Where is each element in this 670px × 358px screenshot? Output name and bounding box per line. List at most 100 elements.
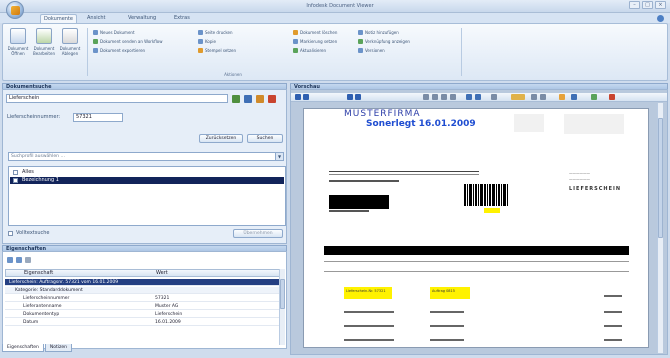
- table-row[interactable]: Lieferschein: Auftragsnr. 57321 vom 16.0…: [5, 279, 284, 286]
- result-list: Alles Bezeichnung 1: [8, 166, 286, 226]
- scrollbar-thumb[interactable]: [658, 118, 663, 238]
- save-search-icon[interactable]: [244, 95, 252, 103]
- search-input[interactable]: Lieferschein: [6, 94, 228, 103]
- select-icon[interactable]: [491, 94, 497, 100]
- expand-icon[interactable]: [7, 257, 13, 263]
- edit-document-button[interactable]: Dokument Bearbeiten: [33, 28, 55, 66]
- versions-item[interactable]: Versionen: [358, 47, 385, 54]
- table-row[interactable]: Datum 16.01.2009: [5, 319, 284, 326]
- zoom-in-icon[interactable]: [423, 94, 429, 100]
- qty-line: [604, 295, 622, 297]
- table-row[interactable]: Lieferscheinnummer 57321: [5, 295, 284, 302]
- field-input[interactable]: 57321: [73, 113, 123, 122]
- qty-line: [604, 325, 622, 327]
- print-page-item[interactable]: Seite drucken: [198, 29, 233, 36]
- print-tool-icon[interactable]: [571, 94, 577, 100]
- table-row[interactable]: Kategorie: Standarddokument: [5, 287, 284, 294]
- table-row[interactable]: Dokumententyp Lieferschein: [5, 311, 284, 318]
- copy-item[interactable]: Kopie: [198, 38, 216, 45]
- help-icon[interactable]: [657, 15, 664, 22]
- maximize-button[interactable]: □: [642, 1, 653, 9]
- property-name: Kategorie: Standarddokument: [15, 288, 83, 293]
- header-details: [564, 114, 624, 134]
- delete-annotation-icon[interactable]: [609, 94, 615, 100]
- ribbon-separator: [87, 28, 88, 76]
- item-line: [430, 311, 464, 313]
- first-page-icon[interactable]: [295, 94, 301, 100]
- search-profile-combo[interactable]: Suchprofil auswählen … ▼: [8, 152, 284, 161]
- fit-page-icon[interactable]: [450, 94, 456, 100]
- versions-label: Versionen: [365, 48, 385, 53]
- save-tool-icon[interactable]: [591, 94, 597, 100]
- document-title: Sonerlegt 16.01.2009: [366, 119, 476, 129]
- copy-icon: [198, 39, 203, 44]
- fit-width-icon[interactable]: [441, 94, 447, 100]
- annotate-icon[interactable]: [531, 94, 537, 100]
- address-rule: [329, 171, 479, 172]
- table-row[interactable]: Lieferantenname Muster AG: [5, 303, 284, 310]
- column-header-value[interactable]: Wert: [156, 270, 168, 276]
- highlight-1-text: Lieferschein-Nr. 57321: [346, 289, 386, 293]
- new-document-icon: [93, 30, 98, 35]
- tab-extras[interactable]: Extras: [171, 14, 193, 23]
- window-title: Infodesk Document Viewer: [306, 3, 374, 9]
- stamp-item[interactable]: Stempel setzen: [198, 47, 236, 54]
- rotate-icon[interactable]: [466, 94, 472, 100]
- favorite-icon[interactable]: [256, 95, 264, 103]
- file-document-button[interactable]: Dokument Ablegen: [59, 28, 81, 66]
- tab-verwaltung[interactable]: Verwaltung: [125, 14, 159, 23]
- document-edit-icon: [36, 28, 52, 44]
- tab-properties[interactable]: Eigenschaften: [2, 344, 44, 352]
- open-document-button[interactable]: Dokument Öffnen: [7, 28, 29, 66]
- apply-button[interactable]: Übernehmen: [233, 229, 283, 238]
- search-go-icon[interactable]: [232, 95, 240, 103]
- scrollbar-thumb[interactable]: [280, 279, 285, 309]
- chevron-down-icon[interactable]: ▼: [275, 153, 283, 160]
- add-note-item[interactable]: Notiz hinzufügen: [358, 29, 399, 36]
- clear-search-icon[interactable]: [268, 95, 276, 103]
- item-line: [430, 325, 464, 327]
- text-tool-icon[interactable]: [540, 94, 546, 100]
- delete-document-label: Dokument löschen: [300, 30, 338, 35]
- list-item-selected[interactable]: Bezeichnung 1: [10, 177, 284, 184]
- next-page-icon[interactable]: [347, 94, 353, 100]
- search-button[interactable]: Suchen: [247, 134, 283, 143]
- send-workflow-item[interactable]: Dokument senden an Workflow: [93, 38, 163, 45]
- fulltext-label: Volltextsuche: [16, 230, 50, 236]
- tab-dokumente[interactable]: Dokumente: [40, 14, 77, 23]
- list-checkbox[interactable]: [13, 170, 18, 175]
- last-page-icon[interactable]: [355, 94, 361, 100]
- list-checkbox[interactable]: [13, 178, 18, 183]
- collapse-icon[interactable]: [16, 257, 22, 263]
- list-item[interactable]: Alles: [10, 169, 284, 176]
- close-button[interactable]: ×: [655, 1, 666, 9]
- viewer-scrollbar[interactable]: [657, 103, 663, 353]
- minimize-button[interactable]: –: [629, 1, 640, 9]
- export-document-item[interactable]: Dokument exportieren: [93, 47, 145, 54]
- show-link-item[interactable]: Verknüpfung anzeigen: [358, 38, 410, 45]
- properties-table-header: Eigenschaft Wert: [5, 269, 284, 277]
- reset-button[interactable]: Zurücksetzen: [199, 134, 243, 143]
- fulltext-checkbox[interactable]: [8, 231, 13, 236]
- property-name: Dokumententyp: [23, 312, 60, 317]
- prev-page-icon[interactable]: [303, 94, 309, 100]
- address-line: [329, 180, 399, 182]
- new-document-item[interactable]: Neues Dokument: [93, 29, 135, 36]
- mark-icon: [293, 39, 298, 44]
- barcode: [464, 184, 508, 206]
- zoom-out-icon[interactable]: [432, 94, 438, 100]
- properties-scrollbar[interactable]: [279, 269, 285, 345]
- qty-line: [604, 339, 622, 341]
- column-header-property[interactable]: Eigenschaft: [24, 270, 53, 276]
- tab-notes[interactable]: Notizen: [44, 344, 73, 352]
- thumbnail-icon[interactable]: [475, 94, 481, 100]
- refresh-item[interactable]: Aktualisieren: [293, 47, 326, 54]
- sort-icon[interactable]: [25, 257, 31, 263]
- stamp-tool-icon[interactable]: [559, 94, 565, 100]
- set-mark-item[interactable]: Markierung setzen: [293, 38, 337, 45]
- tab-ansicht[interactable]: Ansicht: [84, 14, 108, 23]
- delete-document-item[interactable]: Dokument löschen: [293, 29, 337, 36]
- highlight-tool-icon[interactable]: [511, 94, 525, 100]
- application-menu-button[interactable]: [6, 1, 24, 19]
- open-document-label: Dokument Öffnen: [7, 46, 29, 56]
